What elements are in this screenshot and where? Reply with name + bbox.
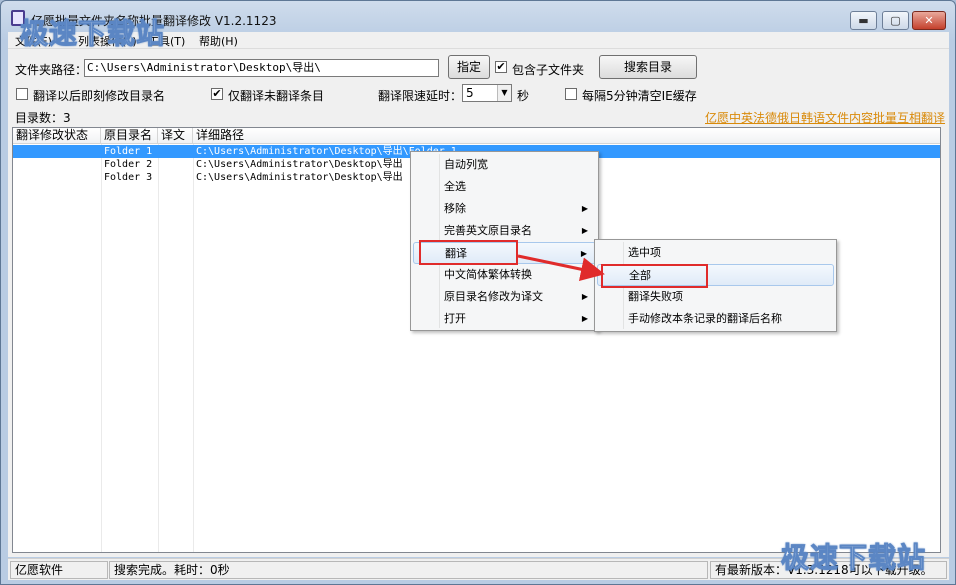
annotation-arrow [517, 254, 605, 282]
status-company: 亿愿软件 [10, 561, 108, 579]
watermark-top: 极速下载站 [19, 17, 166, 51]
watermark-bottom: 极速下载站 [780, 541, 927, 575]
status-message: 搜索完成。耗时：0秒 [109, 561, 708, 579]
app-window: 亿愿批量文件夹名称批量翻译修改 V1.2.1123 ▬ ▢ ✕ 文件(F) 列表… [0, 0, 956, 585]
